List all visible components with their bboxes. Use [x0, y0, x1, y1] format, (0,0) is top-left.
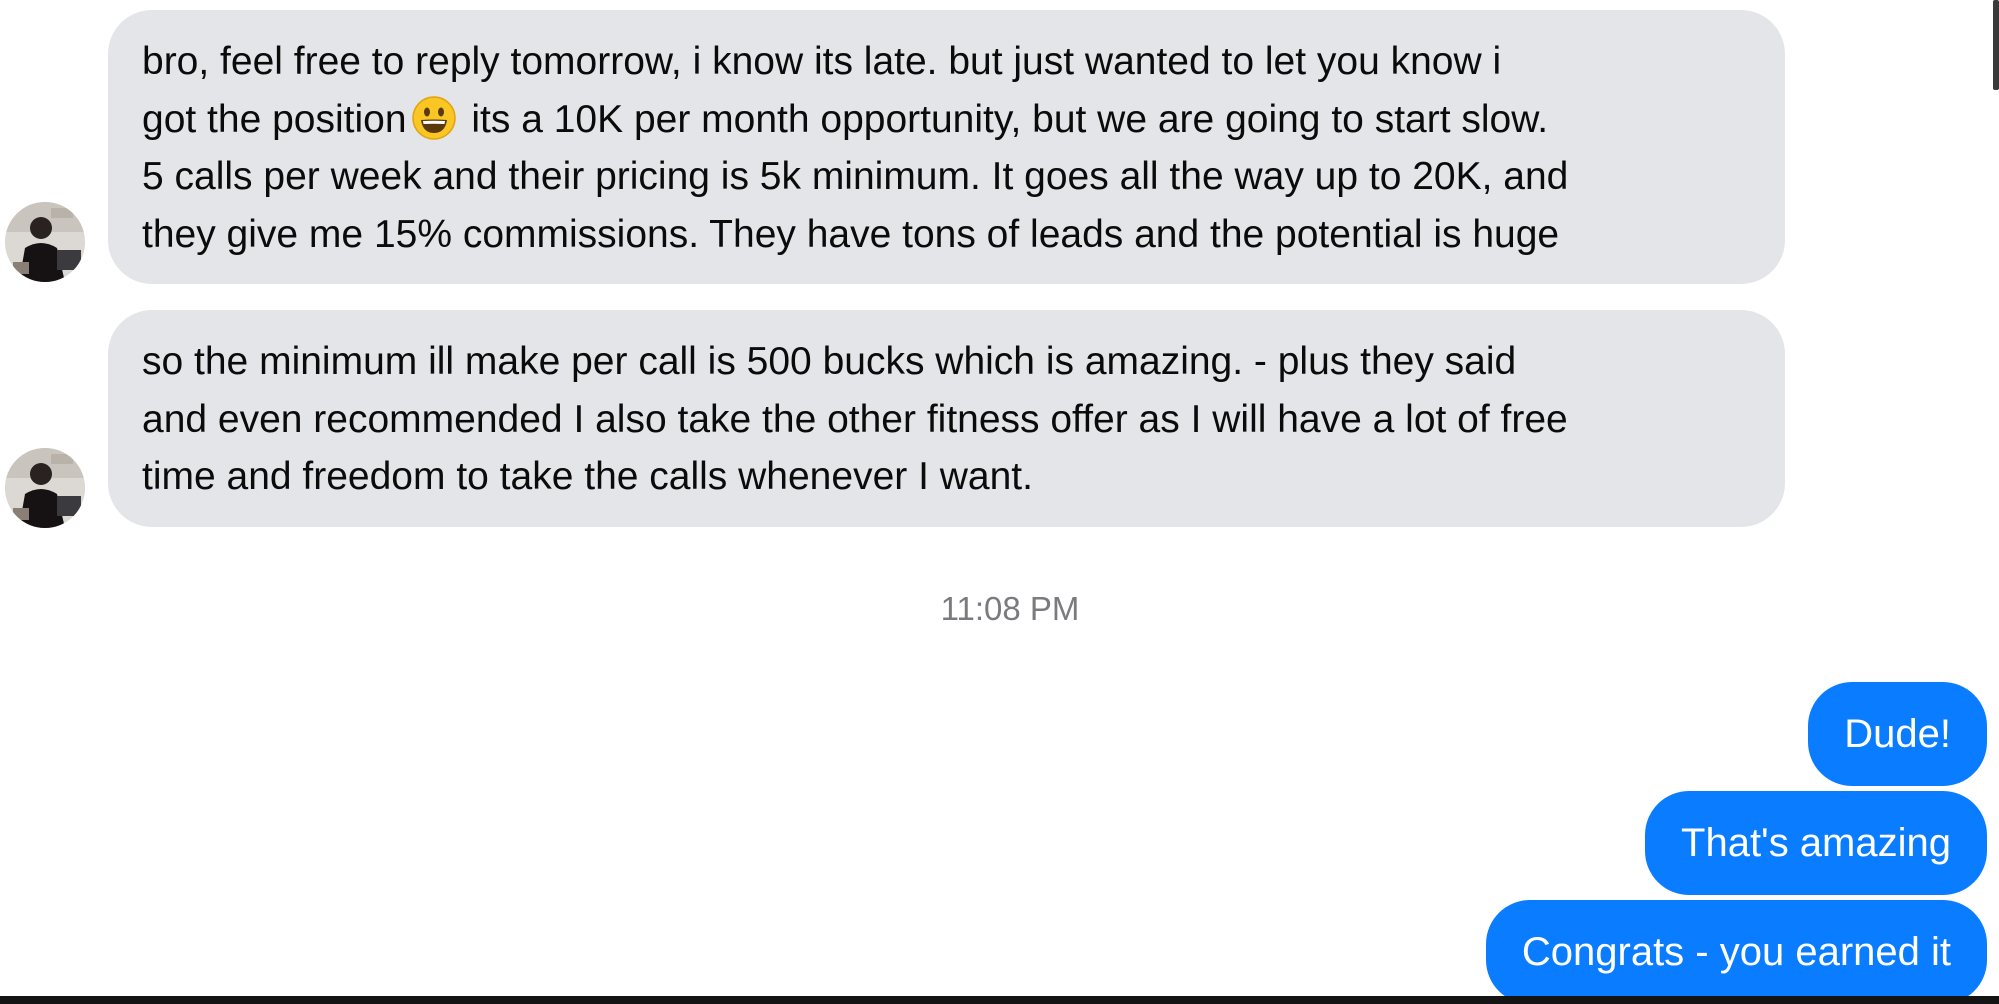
- message-text: its a 10K per month opportunity, but we …: [460, 97, 1549, 141]
- message-line: time and freedom to take the calls whene…: [142, 455, 1033, 498]
- window-border: [0, 996, 1999, 1004]
- message-text: Congrats - you earned it: [1521, 930, 1951, 974]
- avatar[interactable]: [5, 448, 85, 528]
- message-line: bro, feel free to reply tomorrow, i know…: [142, 40, 1502, 83]
- scrollbar[interactable]: [1993, 0, 1999, 90]
- outgoing-message-bubble[interactable]: Dude!: [1808, 682, 1987, 786]
- message-text: got the position: [142, 97, 407, 141]
- message-line: and even recommended I also take the oth…: [142, 397, 1568, 441]
- timestamp: 11:08 PM: [940, 590, 1080, 627]
- message-line: so the minimum ill make per call is 500 …: [142, 340, 1517, 383]
- message-line: got the position its a 10K per month opp…: [142, 91, 1751, 149]
- profile-photo-icon: [5, 202, 85, 282]
- message-text: That's amazing: [1681, 821, 1951, 865]
- chat-window: bro, feel free to reply tomorrow, i know…: [0, 0, 1999, 1004]
- avatar[interactable]: [5, 202, 85, 282]
- outgoing-message-bubble[interactable]: Congrats - you earned it: [1485, 900, 1987, 1004]
- message-line: they give me 15% commissions. They have …: [142, 212, 1560, 256]
- message-line: 5 calls per week and their pricing is 5k…: [142, 155, 1569, 198]
- outgoing-message-bubble[interactable]: That's amazing: [1645, 791, 1987, 895]
- grinning-face-emoji-icon: [411, 95, 457, 141]
- incoming-message-bubble[interactable]: so the minimum ill make per call is 500 …: [108, 310, 1785, 527]
- message-text: Dude!: [1844, 712, 1951, 756]
- profile-photo-icon: [5, 448, 85, 528]
- incoming-message-bubble[interactable]: bro, feel free to reply tomorrow, i know…: [108, 10, 1785, 284]
